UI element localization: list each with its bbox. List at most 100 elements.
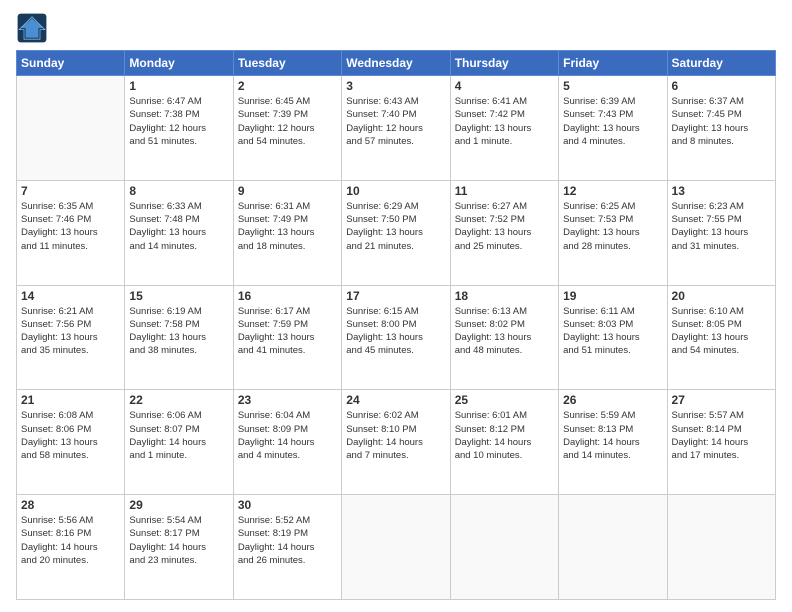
day-number: 17 xyxy=(346,289,445,303)
calendar-cell: 7 Sunrise: 6:35 AM Sunset: 7:46 PM Daylig… xyxy=(17,180,125,285)
day-info: Sunrise: 5:57 AM Sunset: 8:14 PM Dayligh… xyxy=(672,409,771,462)
day-number: 21 xyxy=(21,393,120,407)
calendar-cell: 13 Sunrise: 6:23 AM Sunset: 7:55 PM Dayli… xyxy=(667,180,775,285)
day-info: Sunrise: 5:52 AM Sunset: 8:19 PM Dayligh… xyxy=(238,514,337,567)
day-info: Sunrise: 6:45 AM Sunset: 7:39 PM Dayligh… xyxy=(238,95,337,148)
day-info: Sunrise: 6:41 AM Sunset: 7:42 PM Dayligh… xyxy=(455,95,554,148)
day-number: 3 xyxy=(346,79,445,93)
day-number: 8 xyxy=(129,184,228,198)
logo xyxy=(16,12,52,44)
calendar-cell: 1 Sunrise: 6:47 AM Sunset: 7:38 PM Daylig… xyxy=(125,76,233,181)
calendar-cell: 15 Sunrise: 6:19 AM Sunset: 7:58 PM Dayli… xyxy=(125,285,233,390)
calendar-cell xyxy=(17,76,125,181)
calendar-cell: 25 Sunrise: 6:01 AM Sunset: 8:12 PM Dayli… xyxy=(450,390,558,495)
weekday-header: Tuesday xyxy=(233,51,341,76)
day-info: Sunrise: 6:19 AM Sunset: 7:58 PM Dayligh… xyxy=(129,305,228,358)
day-number: 13 xyxy=(672,184,771,198)
calendar-week-row: 7 Sunrise: 6:35 AM Sunset: 7:46 PM Daylig… xyxy=(17,180,776,285)
calendar-cell: 12 Sunrise: 6:25 AM Sunset: 7:53 PM Dayli… xyxy=(559,180,667,285)
logo-icon xyxy=(16,12,48,44)
day-number: 18 xyxy=(455,289,554,303)
day-info: Sunrise: 6:04 AM Sunset: 8:09 PM Dayligh… xyxy=(238,409,337,462)
day-number: 14 xyxy=(21,289,120,303)
day-info: Sunrise: 6:29 AM Sunset: 7:50 PM Dayligh… xyxy=(346,200,445,253)
calendar-cell: 26 Sunrise: 5:59 AM Sunset: 8:13 PM Dayli… xyxy=(559,390,667,495)
day-info: Sunrise: 6:25 AM Sunset: 7:53 PM Dayligh… xyxy=(563,200,662,253)
weekday-header: Sunday xyxy=(17,51,125,76)
weekday-header: Monday xyxy=(125,51,233,76)
day-number: 4 xyxy=(455,79,554,93)
day-info: Sunrise: 6:33 AM Sunset: 7:48 PM Dayligh… xyxy=(129,200,228,253)
day-number: 12 xyxy=(563,184,662,198)
day-number: 15 xyxy=(129,289,228,303)
day-number: 6 xyxy=(672,79,771,93)
calendar-cell: 6Sunrise: 6:37 AM Sunset: 7:45 PM Daylig… xyxy=(667,76,775,181)
calendar-cell: 20 Sunrise: 6:10 AM Sunset: 8:05 PM Dayli… xyxy=(667,285,775,390)
calendar-week-row: 14 Sunrise: 6:21 AM Sunset: 7:56 PM Dayli… xyxy=(17,285,776,390)
calendar-cell: 30 Sunrise: 5:52 AM Sunset: 8:19 PM Dayli… xyxy=(233,495,341,600)
calendar-cell xyxy=(559,495,667,600)
calendar-cell: 17 Sunrise: 6:15 AM Sunset: 8:00 PM Dayli… xyxy=(342,285,450,390)
day-number: 27 xyxy=(672,393,771,407)
day-info: Sunrise: 6:39 AM Sunset: 7:43 PM Dayligh… xyxy=(563,95,662,148)
day-number: 19 xyxy=(563,289,662,303)
day-number: 30 xyxy=(238,498,337,512)
calendar-cell: 16Sunrise: 6:17 AM Sunset: 7:59 PM Dayli… xyxy=(233,285,341,390)
day-number: 1 xyxy=(129,79,228,93)
calendar-week-row: 21 Sunrise: 6:08 AM Sunset: 8:06 PM Dayli… xyxy=(17,390,776,495)
day-info: Sunrise: 6:21 AM Sunset: 7:56 PM Dayligh… xyxy=(21,305,120,358)
calendar-cell: 22 Sunrise: 6:06 AM Sunset: 8:07 PM Dayli… xyxy=(125,390,233,495)
calendar-cell: 24 Sunrise: 6:02 AM Sunset: 8:10 PM Dayli… xyxy=(342,390,450,495)
weekday-header: Saturday xyxy=(667,51,775,76)
calendar-cell: 5 Sunrise: 6:39 AM Sunset: 7:43 PM Daylig… xyxy=(559,76,667,181)
calendar-cell: 19 Sunrise: 6:11 AM Sunset: 8:03 PM Dayli… xyxy=(559,285,667,390)
day-number: 11 xyxy=(455,184,554,198)
calendar-cell: 2Sunrise: 6:45 AM Sunset: 7:39 PM Daylig… xyxy=(233,76,341,181)
day-number: 28 xyxy=(21,498,120,512)
day-info: Sunrise: 5:54 AM Sunset: 8:17 PM Dayligh… xyxy=(129,514,228,567)
calendar-cell: 3 Sunrise: 6:43 AM Sunset: 7:40 PM Daylig… xyxy=(342,76,450,181)
day-info: Sunrise: 6:23 AM Sunset: 7:55 PM Dayligh… xyxy=(672,200,771,253)
calendar: SundayMondayTuesdayWednesdayThursdayFrid… xyxy=(16,50,776,600)
calendar-cell: 21 Sunrise: 6:08 AM Sunset: 8:06 PM Dayli… xyxy=(17,390,125,495)
calendar-cell: 14 Sunrise: 6:21 AM Sunset: 7:56 PM Dayli… xyxy=(17,285,125,390)
calendar-header-row: SundayMondayTuesdayWednesdayThursdayFrid… xyxy=(17,51,776,76)
day-info: Sunrise: 6:43 AM Sunset: 7:40 PM Dayligh… xyxy=(346,95,445,148)
day-info: Sunrise: 5:59 AM Sunset: 8:13 PM Dayligh… xyxy=(563,409,662,462)
day-info: Sunrise: 6:35 AM Sunset: 7:46 PM Dayligh… xyxy=(21,200,120,253)
calendar-week-row: 28Sunrise: 5:56 AM Sunset: 8:16 PM Dayli… xyxy=(17,495,776,600)
day-info: Sunrise: 6:10 AM Sunset: 8:05 PM Dayligh… xyxy=(672,305,771,358)
calendar-cell: 27 Sunrise: 5:57 AM Sunset: 8:14 PM Dayli… xyxy=(667,390,775,495)
calendar-cell: 28Sunrise: 5:56 AM Sunset: 8:16 PM Dayli… xyxy=(17,495,125,600)
day-number: 7 xyxy=(21,184,120,198)
day-info: Sunrise: 6:15 AM Sunset: 8:00 PM Dayligh… xyxy=(346,305,445,358)
calendar-cell xyxy=(450,495,558,600)
day-info: Sunrise: 6:47 AM Sunset: 7:38 PM Dayligh… xyxy=(129,95,228,148)
day-number: 22 xyxy=(129,393,228,407)
weekday-header: Friday xyxy=(559,51,667,76)
day-info: Sunrise: 6:31 AM Sunset: 7:49 PM Dayligh… xyxy=(238,200,337,253)
day-info: Sunrise: 6:11 AM Sunset: 8:03 PM Dayligh… xyxy=(563,305,662,358)
day-info: Sunrise: 6:06 AM Sunset: 8:07 PM Dayligh… xyxy=(129,409,228,462)
day-number: 29 xyxy=(129,498,228,512)
calendar-cell: 8 Sunrise: 6:33 AM Sunset: 7:48 PM Daylig… xyxy=(125,180,233,285)
day-number: 25 xyxy=(455,393,554,407)
day-info: Sunrise: 6:08 AM Sunset: 8:06 PM Dayligh… xyxy=(21,409,120,462)
calendar-cell: 18Sunrise: 6:13 AM Sunset: 8:02 PM Dayli… xyxy=(450,285,558,390)
calendar-cell: 9Sunrise: 6:31 AM Sunset: 7:49 PM Daylig… xyxy=(233,180,341,285)
calendar-cell xyxy=(342,495,450,600)
day-info: Sunrise: 6:01 AM Sunset: 8:12 PM Dayligh… xyxy=(455,409,554,462)
day-number: 23 xyxy=(238,393,337,407)
day-info: Sunrise: 6:02 AM Sunset: 8:10 PM Dayligh… xyxy=(346,409,445,462)
header xyxy=(16,12,776,44)
day-number: 26 xyxy=(563,393,662,407)
day-number: 10 xyxy=(346,184,445,198)
calendar-cell: 29 Sunrise: 5:54 AM Sunset: 8:17 PM Dayli… xyxy=(125,495,233,600)
day-info: Sunrise: 6:17 AM Sunset: 7:59 PM Dayligh… xyxy=(238,305,337,358)
day-number: 20 xyxy=(672,289,771,303)
calendar-week-row: 1 Sunrise: 6:47 AM Sunset: 7:38 PM Daylig… xyxy=(17,76,776,181)
weekday-header: Thursday xyxy=(450,51,558,76)
day-number: 24 xyxy=(346,393,445,407)
day-number: 5 xyxy=(563,79,662,93)
calendar-cell: 23 Sunrise: 6:04 AM Sunset: 8:09 PM Dayli… xyxy=(233,390,341,495)
